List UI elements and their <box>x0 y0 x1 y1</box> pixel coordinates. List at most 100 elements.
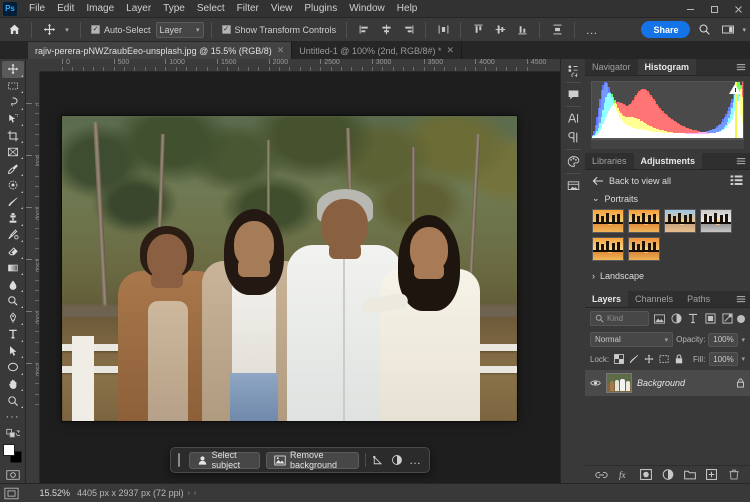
align-top-edges-icon[interactable] <box>468 21 488 39</box>
adjustment-preset-thumbnail[interactable] <box>628 237 660 261</box>
libraries-icon[interactable] <box>563 176 584 195</box>
blur-tool[interactable] <box>2 276 24 293</box>
gradient-tool[interactable] <box>2 260 24 277</box>
panel-menu-icon[interactable] <box>736 157 746 166</box>
zoom-level-field[interactable]: 15.52% <box>26 488 70 498</box>
color-wheel-icon[interactable] <box>563 152 584 171</box>
home-icon[interactable] <box>4 21 24 39</box>
workspace-caret-icon[interactable]: ▾ <box>742 26 746 34</box>
select-subject-button[interactable]: Select subject <box>188 450 260 470</box>
move-tool[interactable] <box>1 61 24 78</box>
path-selection-tool[interactable] <box>2 343 24 360</box>
new-adjustment-layer-icon[interactable] <box>661 468 674 481</box>
opacity-value[interactable]: 100% <box>708 332 739 347</box>
list-view-icon[interactable] <box>730 175 743 186</box>
workspace-switcher-icon[interactable] <box>718 21 738 39</box>
lock-artboard-nesting-icon[interactable] <box>659 353 670 365</box>
drag-handle[interactable] <box>178 453 180 467</box>
brush-tool[interactable] <box>2 194 24 211</box>
edit-toolbar-button[interactable]: ··· <box>2 409 24 426</box>
document-info[interactable]: 4405 px x 2937 px (72 ppi) › ‹ <box>77 488 196 498</box>
contextual-task-bar[interactable]: Select subject Remove background … <box>170 447 430 473</box>
delete-layer-icon[interactable] <box>727 468 740 481</box>
lasso-tool[interactable] <box>2 94 24 111</box>
link-layers-icon[interactable] <box>595 468 608 481</box>
rectangular-marquee-tool[interactable] <box>2 78 24 95</box>
tab-adjustments[interactable]: Adjustments <box>633 153 703 169</box>
lock-all-icon[interactable] <box>674 353 685 365</box>
chevron-left-icon[interactable]: ‹ <box>194 490 196 497</box>
tab-paths[interactable]: Paths <box>680 291 717 307</box>
spot-healing-brush-tool[interactable] <box>2 177 24 194</box>
canvas-viewport[interactable]: Select subject Remove background … <box>40 72 560 483</box>
image-canvas[interactable] <box>62 116 517 421</box>
menu-layer[interactable]: Layer <box>120 1 157 16</box>
close-icon[interactable]: ✕ <box>446 45 454 56</box>
filter-adjustment-icon[interactable] <box>669 312 683 326</box>
menu-edit[interactable]: Edit <box>51 1 80 16</box>
document-tab-active[interactable]: rajiv-perera-pNWZraubEeo-unsplash.jpg @ … <box>28 42 293 59</box>
align-bottom-edges-icon[interactable] <box>512 21 532 39</box>
panel-menu-icon[interactable] <box>736 63 746 72</box>
back-to-view-all-button[interactable]: Back to view all <box>592 176 671 186</box>
menu-filter[interactable]: Filter <box>231 1 265 16</box>
tab-histogram[interactable]: Histogram <box>637 59 697 75</box>
adjustment-preset-thumbnail[interactable] <box>628 209 660 233</box>
align-horizontal-centers-icon[interactable] <box>376 21 396 39</box>
chevron-down-icon[interactable]: ▾ <box>742 355 746 363</box>
new-group-icon[interactable] <box>683 468 696 481</box>
adjustment-preset-thumbnail[interactable] <box>592 237 624 261</box>
clone-stamp-tool[interactable] <box>2 210 24 227</box>
auto-select-checkbox[interactable]: ✓ Auto-Select <box>88 25 154 35</box>
tool-preset-caret-icon[interactable]: ▾ <box>61 21 73 39</box>
minimize-button[interactable] <box>678 0 702 18</box>
transform-icon[interactable] <box>372 452 384 469</box>
canvas-area[interactable]: 0 500 1000 1500 2000 2500 3000 3500 4000 4500 0 50… <box>26 59 560 483</box>
tab-layers[interactable]: Layers <box>585 291 629 307</box>
align-left-edges-icon[interactable] <box>354 21 374 39</box>
adjustments-group-portraits[interactable]: ⌄ Portraits <box>592 193 743 204</box>
lock-image-pixels-icon[interactable] <box>628 353 639 365</box>
lock-icon[interactable] <box>736 378 745 388</box>
object-selection-tool[interactable] <box>2 111 24 128</box>
chevron-down-icon[interactable]: ▾ <box>741 336 745 344</box>
filter-type-icon[interactable] <box>686 312 700 326</box>
maximize-button[interactable] <box>702 0 726 18</box>
share-button[interactable]: Share <box>641 21 691 38</box>
quick-mask-icon[interactable] <box>2 466 24 483</box>
close-icon[interactable]: ✕ <box>277 45 285 56</box>
foreground-color-swatch[interactable] <box>2 443 15 456</box>
document-tab-inactive[interactable]: Untitled-1 @ 100% (2nd, RGB/8#) * ✕ <box>292 42 463 59</box>
menu-plugins[interactable]: Plugins <box>298 1 343 16</box>
crop-tool[interactable] <box>2 127 24 144</box>
eye-icon[interactable] <box>590 379 601 387</box>
panel-menu-icon[interactable] <box>736 295 746 304</box>
auto-select-scope-dropdown[interactable]: Layer ▾ <box>155 21 204 38</box>
zoom-tool[interactable] <box>2 392 24 409</box>
opacity-control[interactable]: Opacity: 100% ▾ <box>676 332 745 347</box>
adjustments-group-landscape[interactable]: › Landscape <box>592 271 743 281</box>
history-brush-tool[interactable] <box>2 227 24 244</box>
menu-window[interactable]: Window <box>343 1 391 16</box>
filter-shape-icon[interactable] <box>703 312 717 326</box>
fill-value[interactable]: 100% <box>709 352 738 366</box>
histogram-chart[interactable] <box>591 81 744 139</box>
frame-tool[interactable] <box>2 144 24 161</box>
move-tool-icon[interactable] <box>39 21 59 39</box>
layer-list[interactable]: Background <box>585 368 750 465</box>
default-colors-icon[interactable] <box>2 425 24 442</box>
filter-pixel-icon[interactable] <box>652 312 666 326</box>
color-swatches[interactable] <box>2 443 24 463</box>
pen-tool[interactable] <box>2 309 24 326</box>
adjustment-preset-thumbnail[interactable] <box>664 209 696 233</box>
menu-view[interactable]: View <box>265 1 299 16</box>
history-icon[interactable] <box>563 61 584 80</box>
lock-position-icon[interactable] <box>643 353 654 365</box>
eyedropper-tool[interactable] <box>2 160 24 177</box>
distribute-vertically-icon[interactable] <box>547 21 567 39</box>
new-layer-icon[interactable] <box>705 468 718 481</box>
menu-file[interactable]: File <box>23 1 51 16</box>
blend-mode-dropdown[interactable]: Normal ▾ <box>590 332 674 347</box>
layer-name[interactable]: Background <box>637 378 731 388</box>
comments-icon[interactable] <box>563 85 584 104</box>
